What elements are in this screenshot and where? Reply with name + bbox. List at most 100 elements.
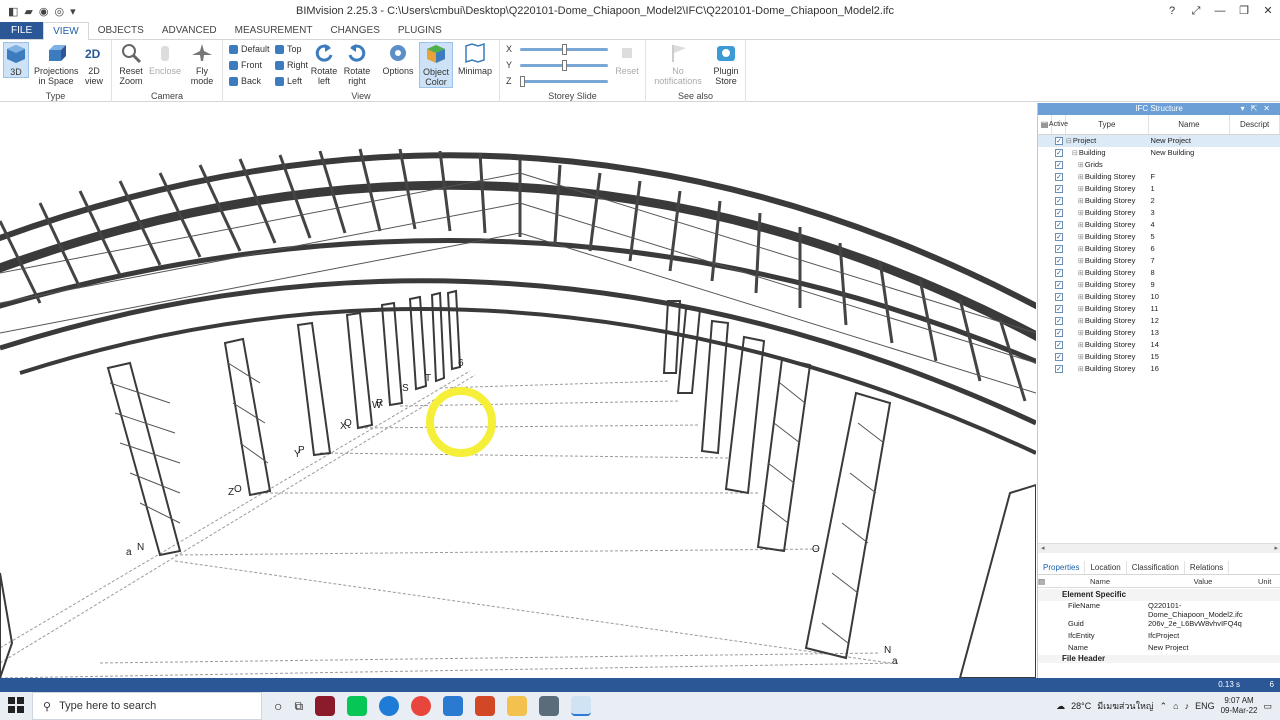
- x-slider[interactable]: [520, 43, 609, 55]
- line-app-icon[interactable]: [347, 696, 368, 716]
- active-checkbox[interactable]: ✓: [1054, 173, 1063, 181]
- network-icon[interactable]: ⌂: [1173, 701, 1178, 711]
- record-icon[interactable]: ◉: [39, 5, 49, 18]
- expand-icon[interactable]: ⊞: [1078, 196, 1085, 207]
- active-checkbox[interactable]: ✓: [1054, 353, 1063, 361]
- weather-location[interactable]: มีเมฆส่วนใหญ่: [1097, 699, 1153, 713]
- expand-icon[interactable]: ⊞: [1078, 268, 1085, 279]
- tab-advanced[interactable]: ADVANCED: [153, 22, 226, 39]
- view-right-button[interactable]: Right: [275, 60, 308, 70]
- target-icon[interactable]: ◎: [54, 5, 64, 18]
- tab-relations[interactable]: Relations: [1185, 561, 1230, 574]
- col-description[interactable]: Descript: [1230, 115, 1280, 134]
- expand-icon[interactable]: ⊟: [1066, 136, 1073, 147]
- panel-controls[interactable]: ▾⇱✕: [1241, 103, 1276, 115]
- active-checkbox[interactable]: ✓: [1054, 293, 1063, 301]
- windows-start-button[interactable]: [0, 696, 32, 716]
- taskbar-clock[interactable]: 9:07 AM 09-Mar-22: [1221, 696, 1258, 716]
- object-color-button[interactable]: Object Color: [419, 42, 453, 88]
- expand-icon[interactable]: ⊞: [1078, 244, 1085, 255]
- expand-icon[interactable]: ⊞: [1078, 208, 1085, 219]
- active-checkbox[interactable]: ✓: [1054, 365, 1063, 373]
- view-default-button[interactable]: Default: [229, 44, 270, 54]
- expand-icon[interactable]: ⊞: [1078, 316, 1085, 327]
- ifc-tree-row[interactable]: ✓ ⊞Building Storey 9: [1038, 279, 1280, 291]
- edge-browser-icon[interactable]: [379, 696, 400, 716]
- expand-icon[interactable]: ⊞: [1078, 328, 1085, 339]
- z-slider-thumb[interactable]: [519, 75, 525, 87]
- expand-icon[interactable]: ⊞: [1078, 352, 1085, 363]
- app-tool-icon[interactable]: [539, 696, 560, 716]
- ifc-tree-row[interactable]: ✓ ⊞Building Storey 5: [1038, 231, 1280, 243]
- expand-icon[interactable]: ⊞: [1078, 280, 1085, 291]
- view-left-button[interactable]: Left: [275, 76, 302, 86]
- tab-file[interactable]: FILE: [0, 22, 44, 39]
- z-slider[interactable]: [519, 75, 608, 87]
- projections-button[interactable]: Projections in Space: [34, 42, 79, 86]
- active-checkbox[interactable]: ✓: [1054, 197, 1063, 205]
- expand-icon[interactable]: ⊞: [1078, 160, 1085, 171]
- active-checkbox[interactable]: ✓: [1054, 341, 1063, 349]
- ifc-tree-row[interactable]: ✓ ⊞Grids: [1038, 159, 1280, 171]
- expand-icon[interactable]: ⊞: [1078, 364, 1085, 375]
- active-checkbox[interactable]: ✓: [1054, 137, 1063, 145]
- y-slider[interactable]: [520, 59, 609, 71]
- ifc-tree-row[interactable]: ✓ ⊞Building Storey 13: [1038, 327, 1280, 339]
- x-slider-thumb[interactable]: [562, 43, 568, 55]
- horizontal-scrollbar[interactable]: ◂ ▸: [1038, 543, 1280, 553]
- tab-classification[interactable]: Classification: [1127, 561, 1185, 574]
- powerpoint-icon[interactable]: [475, 696, 496, 716]
- scroll-left-icon[interactable]: ◂: [1041, 544, 1045, 552]
- property-row[interactable]: FileName Q220101-Dome_Chiapoon_Model2.ifc: [1038, 601, 1280, 619]
- active-checkbox[interactable]: ✓: [1054, 245, 1063, 253]
- prop-menu-icon[interactable]: ▤: [1038, 577, 1052, 587]
- view-back-button[interactable]: Back: [229, 76, 261, 86]
- ifc-tree-row[interactable]: ✓ ⊞Building Storey 16: [1038, 363, 1280, 375]
- file-explorer-icon[interactable]: [507, 696, 528, 716]
- chrome-browser-icon[interactable]: [411, 696, 432, 716]
- ifc-tree-row[interactable]: ✓ ⊞Building Storey 1: [1038, 183, 1280, 195]
- tab-location[interactable]: Location: [1085, 561, 1127, 574]
- app-red-icon[interactable]: [315, 696, 336, 716]
- active-checkbox[interactable]: ✓: [1054, 257, 1063, 265]
- expand-icon[interactable]: ⊟: [1072, 148, 1079, 159]
- ifc-tree-row[interactable]: ✓ ⊞Building Storey 15: [1038, 351, 1280, 363]
- active-checkbox[interactable]: ✓: [1054, 233, 1063, 241]
- notifications-icon[interactable]: ▭: [1263, 701, 1272, 712]
- y-slider-thumb[interactable]: [562, 59, 568, 71]
- ifc-tree-row[interactable]: ✓ ⊞Building Storey 12: [1038, 315, 1280, 327]
- minimap-button[interactable]: Minimap: [457, 42, 493, 76]
- 3d-button[interactable]: 3D: [3, 42, 29, 78]
- weather-temp[interactable]: 28°C: [1071, 701, 1091, 711]
- expand-icon[interactable]: ⊞: [1078, 232, 1085, 243]
- volume-icon[interactable]: ♪: [1185, 701, 1190, 711]
- ifc-tree-row[interactable]: ✓ ⊟Building New Building: [1038, 147, 1280, 159]
- expand-icon[interactable]: ⊞: [1078, 220, 1085, 231]
- bimvision-taskbar-icon[interactable]: [571, 696, 592, 716]
- active-checkbox[interactable]: ✓: [1054, 221, 1063, 229]
- active-checkbox[interactable]: ✓: [1054, 161, 1063, 169]
- task-view-icon[interactable]: ⧉: [294, 699, 303, 714]
- ifc-tree-row[interactable]: ✓ ⊞Building Storey 6: [1038, 243, 1280, 255]
- ifc-tree-row[interactable]: ✓ ⊞Building Storey 2: [1038, 195, 1280, 207]
- property-row[interactable]: Guid 206v_2e_L6BvW8vhvIFQ4q: [1038, 619, 1280, 631]
- view-top-button[interactable]: Top: [275, 44, 302, 54]
- reset-zoom-button[interactable]: Reset Zoom: [114, 42, 148, 86]
- expand-icon[interactable]: ⊞: [1078, 340, 1085, 351]
- tab-view[interactable]: VIEW: [43, 22, 89, 41]
- mail-icon[interactable]: [443, 696, 464, 716]
- col-name[interactable]: Name: [1149, 115, 1231, 134]
- active-checkbox[interactable]: ✓: [1054, 185, 1063, 193]
- active-checkbox[interactable]: ✓: [1054, 281, 1063, 289]
- prop-section-element-specific[interactable]: Element Specific: [1038, 589, 1280, 601]
- active-checkbox[interactable]: ✓: [1054, 209, 1063, 217]
- 3d-viewport[interactable]: 6 T S R Q P O N O N a Z Y X W a: [0, 103, 1036, 678]
- storey-reset-button[interactable]: Reset: [612, 42, 642, 76]
- active-checkbox[interactable]: ✓: [1054, 305, 1063, 313]
- close-button[interactable]: ✕: [1256, 0, 1280, 22]
- active-checkbox[interactable]: ✓: [1054, 329, 1063, 337]
- ifc-tree-row[interactable]: ✓ ⊞Building Storey F: [1038, 171, 1280, 183]
- ifc-tree-row[interactable]: ✓ ⊞Building Storey 4: [1038, 219, 1280, 231]
- maximize-button[interactable]: ❐: [1232, 0, 1256, 22]
- enclose-button[interactable]: Enclose: [148, 42, 182, 76]
